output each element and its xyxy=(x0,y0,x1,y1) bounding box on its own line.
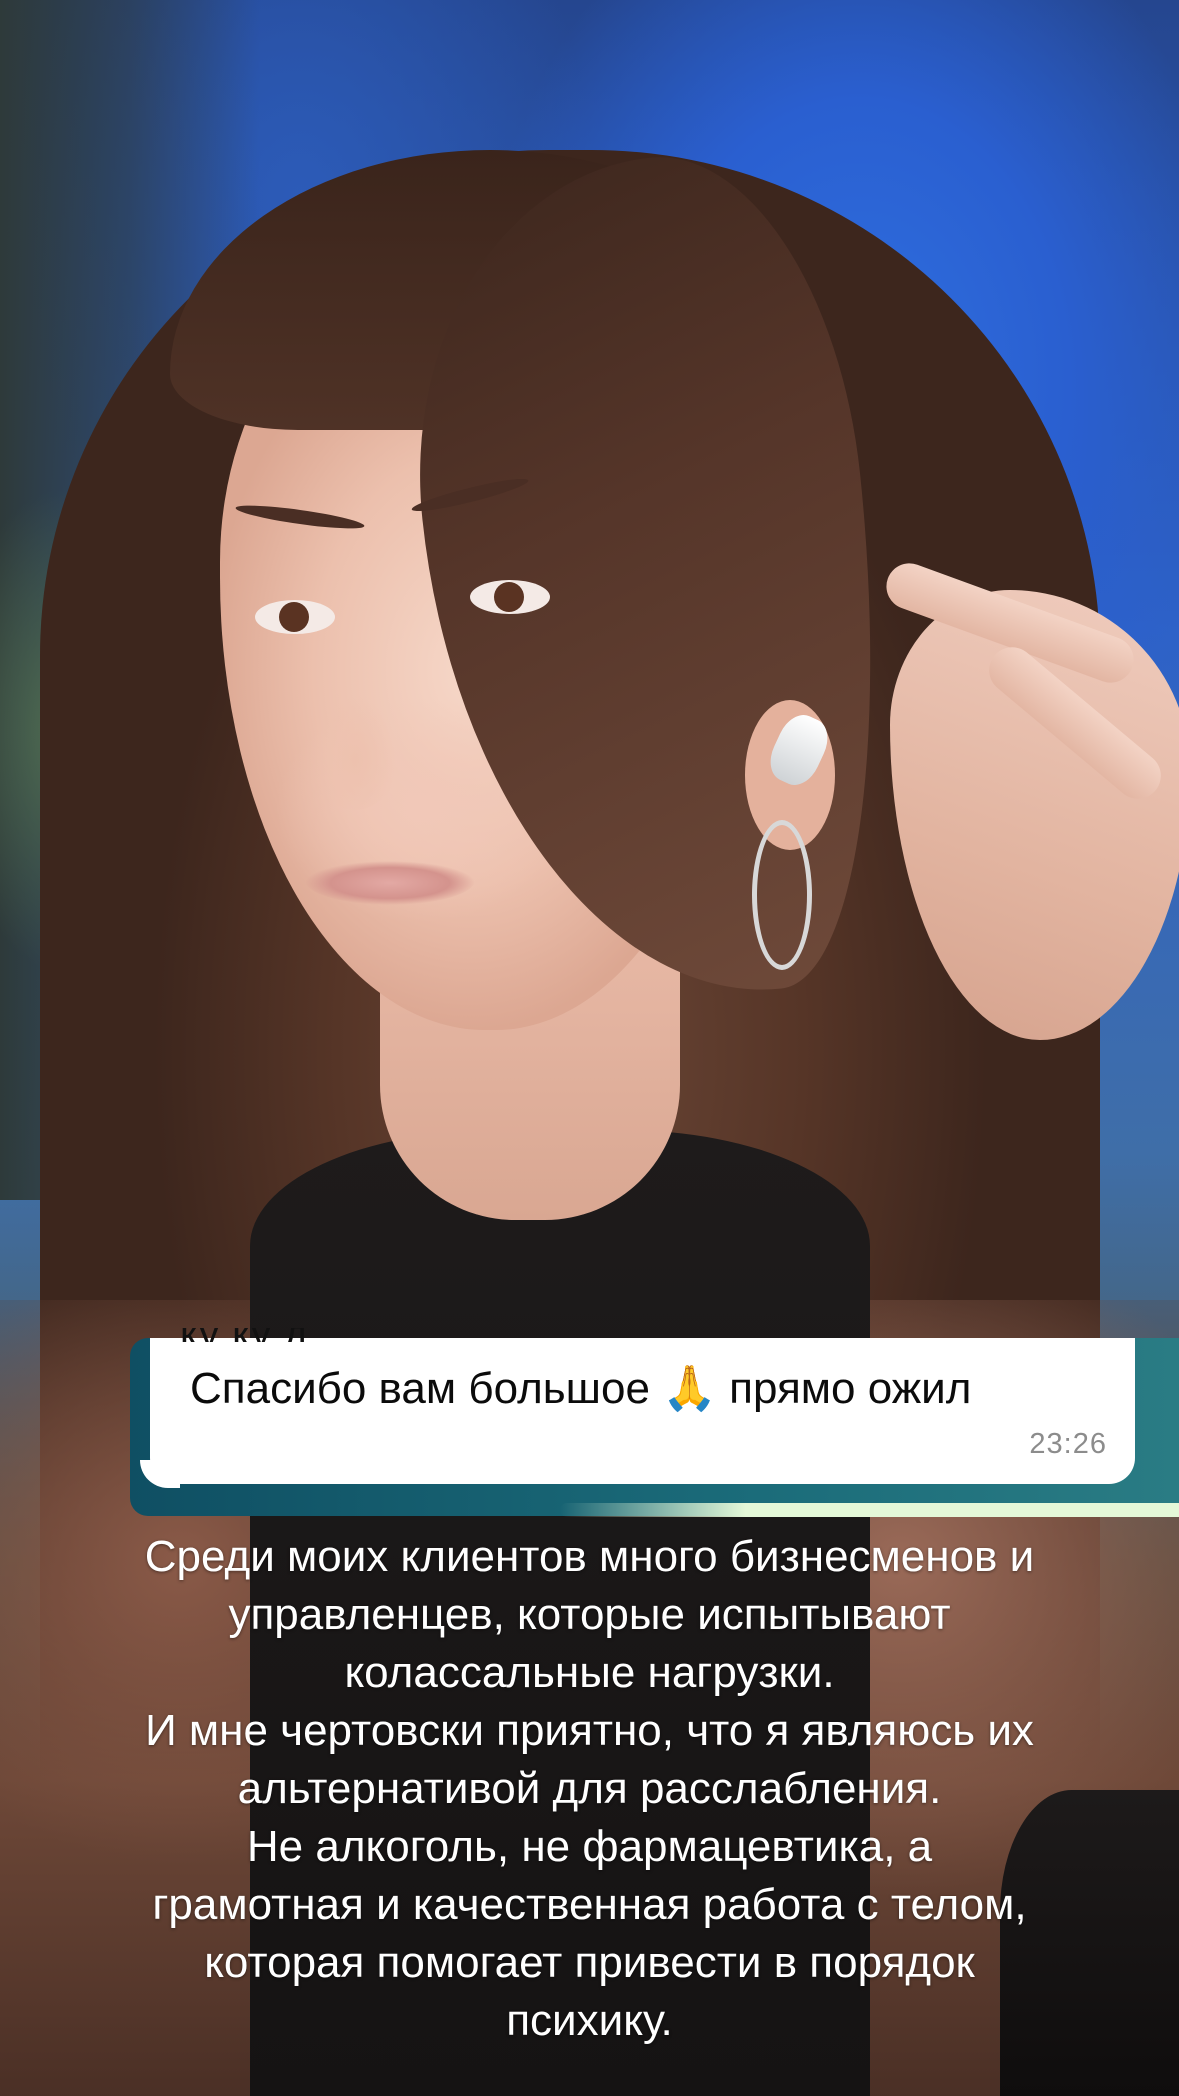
caption-line: психику. xyxy=(506,1996,673,2045)
caption-line: которая помогает привести в порядок xyxy=(204,1938,975,1987)
hoop-earring xyxy=(752,820,812,970)
lips xyxy=(305,855,475,905)
chat-strip-highlight xyxy=(560,1503,1179,1517)
chat-message-text: Спасибо вам большое 🙏 прямо ожил xyxy=(190,1364,972,1413)
chat-message-time: 23:26 xyxy=(1029,1428,1107,1460)
nose xyxy=(300,640,410,810)
caption-line: грамотная и качественная работа с телом, xyxy=(152,1880,1027,1929)
right-eye xyxy=(470,580,550,614)
caption-line: альтернативой для расслабления. xyxy=(237,1764,942,1813)
caption-line: управленцев, которые испытывают xyxy=(228,1590,951,1639)
story-caption: Среди моих клиентов много бизнесменов и … xyxy=(40,1528,1139,2050)
caption-line: колассальные нагрузки. xyxy=(344,1648,835,1697)
cropped-previous-text: ку ку д xyxy=(180,1328,380,1342)
caption-line: Не алкоголь, не фармацевтика, а xyxy=(246,1822,933,1871)
left-eye xyxy=(255,600,335,634)
caption-line: Среди моих клиентов много бизнесменов и xyxy=(144,1532,1035,1581)
caption-line: И мне чертовски приятно, что я являюсь и… xyxy=(145,1706,1034,1755)
